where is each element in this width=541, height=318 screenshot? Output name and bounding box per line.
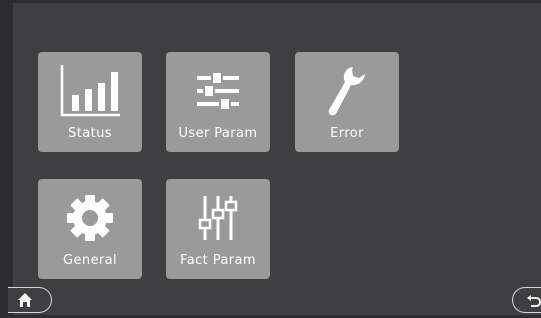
gear-icon [38, 187, 142, 249]
home-button[interactable] [8, 287, 52, 313]
user-param-label: User Param [178, 126, 258, 141]
status-label: Status [68, 126, 112, 141]
user-param-tile[interactable]: User Param [166, 52, 270, 152]
general-tile[interactable]: General [38, 179, 142, 279]
vertical-sliders-icon [166, 187, 270, 249]
bar-chart-icon [38, 60, 142, 122]
error-tile[interactable]: Error [295, 52, 399, 152]
fact-param-tile[interactable]: Fact Param [166, 179, 270, 279]
error-label: Error [330, 126, 364, 141]
sliders-icon [166, 60, 270, 122]
back-button[interactable] [512, 287, 541, 313]
home-icon [18, 293, 32, 307]
general-label: General [62, 253, 118, 268]
back-arrow-icon [527, 295, 541, 307]
wrench-icon [295, 60, 399, 122]
status-tile[interactable]: Status [38, 52, 142, 152]
fact-param-label: Fact Param [180, 253, 256, 268]
